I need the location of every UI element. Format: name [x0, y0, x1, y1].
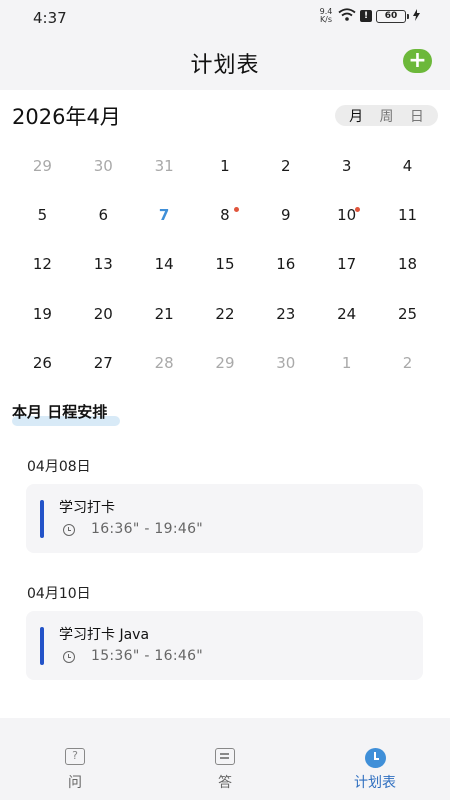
- calendar-day[interactable]: 1: [316, 339, 377, 388]
- calendar-day[interactable]: 26: [12, 339, 73, 388]
- view-month-option[interactable]: 月: [349, 106, 363, 126]
- calendar-day[interactable]: 30: [73, 142, 134, 191]
- calendar-day[interactable]: 24: [316, 290, 377, 339]
- schedule-section-title: 本月 日程安排: [12, 403, 108, 421]
- event-marker-dot: [355, 207, 361, 213]
- calendar-day[interactable]: 6: [73, 191, 134, 240]
- event-color-bar: [40, 500, 44, 538]
- calendar-day[interactable]: 1: [195, 142, 256, 191]
- schedule-section-header: 本月 日程安排: [12, 401, 120, 426]
- calendar-day[interactable]: 9: [255, 191, 316, 240]
- bottom-tab-bar: ? 问 答 计划表: [0, 718, 450, 800]
- calendar-day[interactable]: 2: [255, 142, 316, 191]
- calendar-day[interactable]: 17: [316, 240, 377, 289]
- calendar-day[interactable]: 28: [134, 339, 195, 388]
- event-card[interactable]: 学习打卡 Java 15:36" - 16:46": [26, 611, 423, 680]
- clock-icon: [364, 748, 386, 768]
- app-header: 计划表 +: [0, 36, 450, 90]
- calendar-day[interactable]: 27: [73, 339, 134, 388]
- alert-icon: !: [360, 10, 372, 22]
- view-day-option[interactable]: 日: [410, 106, 424, 126]
- clock-icon: [63, 651, 75, 663]
- plus-icon: +: [408, 48, 427, 73]
- calendar-day[interactable]: 15: [195, 240, 256, 289]
- event-title: 学习打卡 Java: [59, 627, 150, 643]
- calendar-day[interactable]: 25: [377, 290, 438, 339]
- list-icon: [215, 748, 235, 765]
- calendar-day[interactable]: 2: [377, 339, 438, 388]
- calendar-day-today[interactable]: 7: [134, 191, 195, 240]
- event-time: 15:36" - 16:46": [91, 648, 204, 664]
- tab-ask[interactable]: ? 问: [0, 718, 150, 800]
- clock-icon: [63, 524, 75, 536]
- event-date-label: 04月10日: [27, 586, 91, 602]
- event-marker-dot: [233, 207, 239, 213]
- calendar-day[interactable]: 21: [134, 290, 195, 339]
- month-title: 2026年4月: [12, 105, 121, 129]
- event-color-bar: [40, 627, 44, 665]
- event-date-label: 04月08日: [27, 459, 91, 475]
- calendar-day[interactable]: 20: [73, 290, 134, 339]
- status-bar: 4:37 9.4 K/s ! 60: [0, 0, 450, 36]
- status-time: 4:37: [33, 9, 67, 27]
- calendar-day[interactable]: 31: [134, 142, 195, 191]
- battery-level: 60: [376, 9, 406, 23]
- event-title: 学习打卡: [59, 500, 115, 516]
- status-icons: 9.4 K/s ! 60: [318, 8, 420, 24]
- charging-icon: [413, 8, 420, 24]
- question-icon: ?: [65, 748, 85, 765]
- add-plan-button[interactable]: +: [403, 49, 432, 73]
- tab-label: 计划表: [354, 775, 396, 791]
- calendar-day[interactable]: 14: [134, 240, 195, 289]
- calendar-day[interactable]: 8: [195, 191, 256, 240]
- calendar-day[interactable]: 10: [316, 191, 377, 240]
- battery-icon: 60: [376, 9, 409, 23]
- calendar-day[interactable]: 4: [377, 142, 438, 191]
- tab-label: 问: [68, 775, 82, 791]
- calendar-day[interactable]: 11: [377, 191, 438, 240]
- view-week-option[interactable]: 周: [379, 106, 393, 126]
- calendar-day[interactable]: 18: [377, 240, 438, 289]
- calendar-day[interactable]: 13: [73, 240, 134, 289]
- calendar: 29 30 31 1 2 3 4 5 6 7 8 9 10 11 12 13 14 15 16 17 18 19 20 21 2…: [12, 142, 438, 388]
- calendar-grid: 29 30 31 1 2 3 4 5 6 7 8 9 10 11 12 13 14 15 16 17 18 19 20 21 2…: [12, 142, 438, 388]
- calendar-day[interactable]: 22: [195, 290, 256, 339]
- tab-label: 答: [218, 775, 232, 791]
- event-time: 16:36" - 19:46": [91, 521, 204, 537]
- calendar-day[interactable]: 19: [12, 290, 73, 339]
- tab-plan[interactable]: 计划表: [300, 718, 450, 800]
- event-card[interactable]: 学习打卡 16:36" - 19:46": [26, 484, 423, 553]
- calendar-day[interactable]: 3: [316, 142, 377, 191]
- wifi-icon: [338, 8, 356, 24]
- tab-answer[interactable]: 答: [150, 718, 300, 800]
- calendar-day[interactable]: 5: [12, 191, 73, 240]
- view-switch: 月 周 日: [335, 105, 438, 126]
- page-title: 计划表: [190, 53, 260, 78]
- calendar-day[interactable]: 30: [255, 339, 316, 388]
- calendar-day[interactable]: 16: [255, 240, 316, 289]
- network-speed: 9.4 K/s: [319, 7, 333, 24]
- calendar-day[interactable]: 29: [195, 339, 256, 388]
- calendar-day[interactable]: 29: [12, 142, 73, 191]
- calendar-day[interactable]: 23: [255, 290, 316, 339]
- calendar-day[interactable]: 12: [12, 240, 73, 289]
